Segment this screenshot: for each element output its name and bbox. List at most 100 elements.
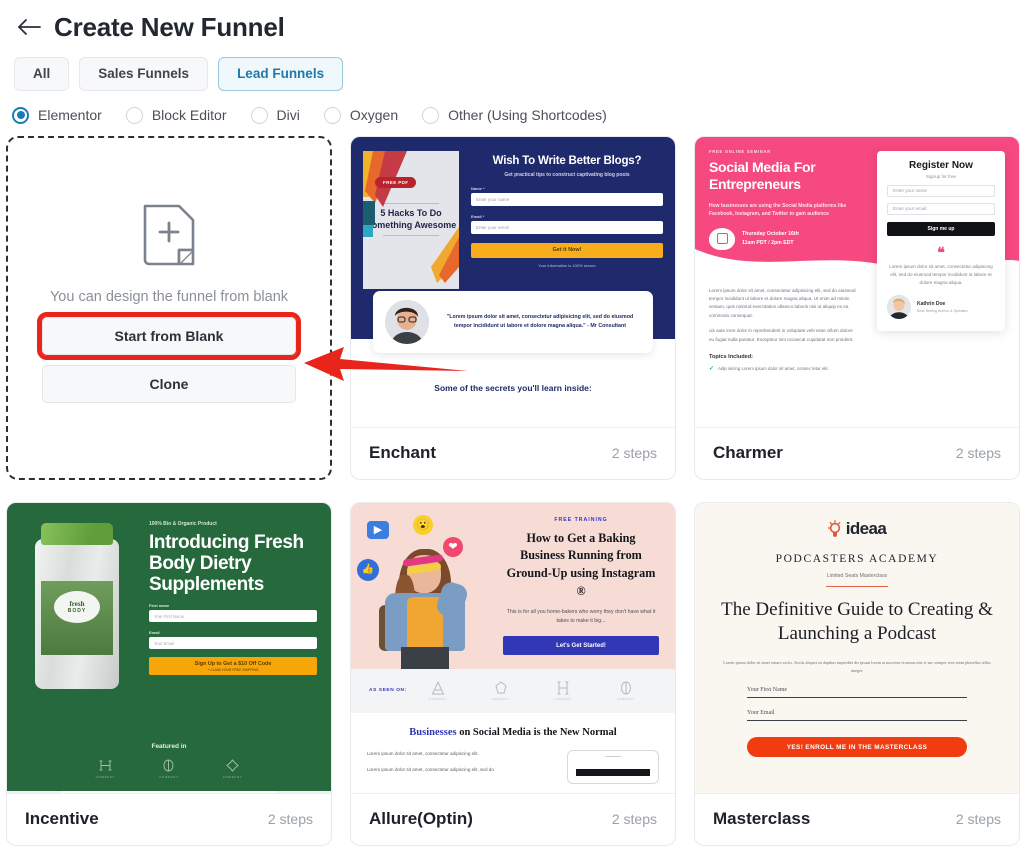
template-grid: You can design the funnel from blank Sta… [0, 124, 1024, 846]
preview-as-seen-label: AS SEEN ON: [369, 688, 407, 693]
preview-topics-title: Topics Included: [709, 354, 754, 361]
preview-email-input: Your Email [747, 710, 967, 722]
brand-logo-label: COMPANY [159, 774, 179, 779]
template-steps: 2 steps [955, 811, 1001, 827]
preview-cta-text: Sign Up to Get a $10 Off Code [194, 660, 272, 667]
template-preview-charmer: FREE ONLINE SEMINAR Social Media For Ent… [695, 136, 1019, 427]
radio-divi[interactable]: Divi [250, 106, 300, 124]
preview-bottom-heading: Some of the secrets you'll learn inside: [434, 383, 592, 394]
template-footer-charmer: Charmer 2 steps [695, 426, 1019, 479]
preview-eyebrow: FREE ONLINE SEMINAR [709, 148, 771, 154]
radio-block-editor[interactable]: Block Editor [125, 106, 227, 124]
blank-funnel-card: You can design the funnel from blank Sta… [6, 135, 332, 480]
preview-lower-heading-rest: on Social Media is the New Normal [456, 726, 617, 738]
preview-cta-button: Sign Up to Get a $10 Off Code + CLAIM YO… [149, 657, 317, 676]
preview-person-name: Kathrin Doe [917, 301, 946, 308]
template-card-incentive[interactable]: fresh BODY 100% Bio & Organic Product In… [6, 501, 332, 846]
template-footer-enchant: Enchant 2 steps [351, 426, 675, 479]
radio-label-oxygen: Oxygen [349, 107, 399, 123]
radio-dot-icon [12, 106, 29, 124]
radio-label-block-editor: Block Editor [151, 107, 227, 123]
preview-body: Lorem ipsum dolor sit amet ornare sociis… [723, 660, 991, 674]
testimonial-avatar [385, 299, 429, 344]
template-footer-incentive: Incentive 2 steps [7, 792, 331, 845]
preview-subhead: How businesses are using the Social Medi… [709, 202, 847, 217]
template-card-enchant[interactable]: FREE PDF 5 Hacks To Do Something Awesome… [350, 135, 676, 480]
tab-lead-funnels[interactable]: Lead Funnels [218, 57, 344, 91]
template-card-charmer[interactable]: FREE ONLINE SEMINAR Social Media For Ent… [694, 135, 1020, 480]
testimonial-avatar [887, 295, 911, 320]
calendar-icon [709, 227, 735, 250]
press-logo-2: COMPANY [492, 680, 510, 701]
preview-headline: Social Media For Entrepreneurs [709, 158, 816, 193]
template-name: Allure(Optin) [369, 809, 473, 828]
template-card-allure-optin[interactable]: ▶ 😮 ❤ 👍 FREE TRAINING How to Get a Bakin… [350, 501, 676, 846]
add-page-icon [141, 202, 197, 273]
preview-testimonial: "Lorem ipsum dolor sit amet, consectetur… [446, 314, 634, 329]
radio-dot-icon [250, 106, 268, 124]
brand-logo-1: COMPANY [96, 759, 116, 779]
tab-sales-funnels[interactable]: Sales Funnels [79, 57, 209, 91]
preview-body-p1: Lorem ipsum dolor sit amet, consectetur … [709, 287, 856, 318]
clone-button[interactable]: Clone [42, 365, 296, 403]
radio-other-shortcodes[interactable]: Other (Using Shortcodes) [422, 106, 607, 124]
bottle-sub: BODY [67, 607, 87, 614]
quote-mark-icon: ❝ [937, 243, 945, 260]
preview-eyebrow: 100% Bio & Organic Product [149, 520, 217, 527]
preview-lower-heading: Businesses on Social Media is the New No… [367, 727, 659, 738]
preview-headline: How to Get a Baking Business Running fro… [506, 530, 656, 598]
brand-logo-text: ideaa [845, 518, 887, 538]
preview-academy-title: PODCASTERS ACADEMY [775, 552, 939, 565]
preview-email-input: Your Email [149, 637, 317, 650]
template-steps: 2 steps [955, 445, 1001, 461]
preview-field1-label: First name [149, 603, 170, 609]
start-from-blank-button[interactable]: Start from Blank [37, 312, 301, 360]
template-preview-enchant: FREE PDF 5 Hacks To Do Something Awesome… [351, 136, 675, 427]
hero-person-graphic: ▶ 😮 ❤ 👍 [351, 503, 499, 669]
preview-featured-title: Featured in [151, 742, 187, 750]
template-footer-allure: Allure(Optin) 2 steps [351, 792, 675, 845]
template-preview-incentive: fresh BODY 100% Bio & Organic Product In… [7, 502, 331, 793]
preview-name-input: Enter your name [471, 192, 663, 206]
template-preview-allure: ▶ 😮 ❤ 👍 FREE TRAINING How to Get a Bakin… [351, 502, 675, 793]
preview-topic-1: Adip isicing Lorem ipsum dolor sit amet,… [718, 366, 829, 372]
preview-cta-button: Sign me up [887, 221, 995, 236]
supplement-bottle-graphic: fresh BODY [21, 515, 149, 735]
radio-label-elementor: Elementor [38, 107, 102, 123]
create-funnel-page: Create New Funnel All Sales Funnels Lead… [0, 0, 1024, 857]
ebook-cover-graphic: FREE PDF 5 Hacks To Do Something Awesome [363, 150, 459, 289]
preview-subhead: Get practical tips to construct captivat… [504, 171, 630, 178]
template-steps: 2 steps [267, 811, 313, 827]
radio-oxygen[interactable]: Oxygen [323, 106, 399, 124]
template-preview-masterclass: ideaa PODCASTERS ACADEMY Limited Seats M… [695, 502, 1019, 793]
blank-card-description: You can design the funnel from blank [49, 289, 289, 305]
preview-secure-note: Your information is 100% secure [538, 262, 596, 268]
brand-logo-2: COMPANY [159, 759, 179, 779]
press-logo-label: COMPANY [616, 697, 635, 701]
radio-elementor[interactable]: Elementor [12, 106, 102, 124]
lightbulb-icon [827, 519, 842, 538]
preview-name-input: Your First Name [747, 687, 967, 699]
preview-cta-button: YES! ENROLL ME IN THE MASTERCLASS [747, 737, 967, 758]
press-logo-label: COMPANY [554, 697, 573, 701]
phone-mockup-graphic [567, 749, 659, 784]
preview-lower-p2: Lorem ipsum dolor sit amet, consectetur … [367, 766, 494, 772]
preview-headline: Introducing Fresh Body Dietry Supplement… [149, 531, 304, 596]
preview-headline: Wish To Write Better Blogs? [492, 154, 642, 167]
template-steps: 2 steps [611, 811, 657, 827]
press-logo-4: COMPANY [617, 681, 635, 701]
bottle-brand: fresh [69, 599, 85, 608]
preview-name-input: Enter your name [887, 184, 995, 197]
template-card-masterclass[interactable]: ideaa PODCASTERS ACADEMY Limited Seats M… [694, 501, 1020, 846]
preview-date-line2: 11am PDT / 2pm EDT [742, 239, 794, 246]
preview-field2-label: Email [149, 630, 160, 636]
funnel-type-filter-tabs: All Sales Funnels Lead Funnels [0, 46, 1024, 91]
back-arrow-icon[interactable] [14, 12, 44, 42]
tab-all[interactable]: All [14, 57, 70, 91]
press-logo-1: COMPANY [429, 680, 447, 701]
free-pdf-badge: FREE PDF [375, 176, 417, 188]
brand-logo-label: COMPANY [95, 774, 116, 779]
brand-logo-3: COMPANY [223, 758, 243, 779]
radio-dot-icon [125, 106, 143, 124]
divider [826, 585, 888, 587]
